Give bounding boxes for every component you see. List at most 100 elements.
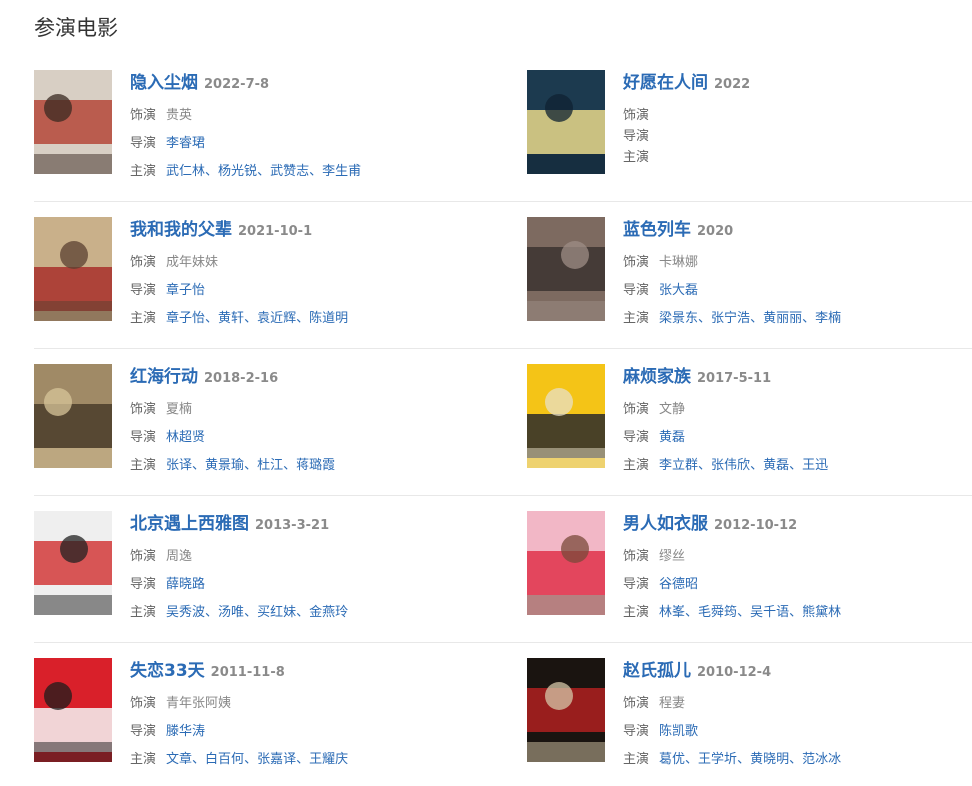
role-value: 缪丝 [659,549,686,564]
role-line-label: 饰演 [130,696,157,711]
movie-poster[interactable] [527,70,605,174]
cast-member-link[interactable]: 李楠 [815,311,841,326]
movie-title-link[interactable]: 麻烦家族 [623,367,691,387]
director-link[interactable]: 谷德昭 [659,577,698,592]
cast-member-link[interactable]: 李立群 [659,458,698,473]
cast-member-link[interactable]: 白百何 [205,752,244,767]
movie-poster[interactable] [34,364,112,468]
cast-member-link[interactable]: 黄轩 [218,311,244,326]
cast-member-link[interactable]: 张伟欣 [711,458,750,473]
movie-poster[interactable] [34,70,112,174]
cast-member-link[interactable]: 林峯 [659,605,685,620]
movie-poster[interactable] [527,364,605,468]
movie-title-link[interactable]: 男人如衣服 [623,514,708,534]
movie-title-link[interactable]: 红海行动 [130,367,198,387]
cast-separator: 、 [737,752,751,767]
movie-poster[interactable] [527,217,605,321]
director-line: 导演 [623,129,963,145]
movie-poster[interactable] [34,511,112,615]
director-line-label: 导演 [623,724,650,739]
director-link[interactable]: 薛晓路 [166,577,205,592]
cast-member-link[interactable]: 毛舜筠 [698,605,737,620]
cast-member-link[interactable]: 梁景东 [659,311,698,326]
cast-member-link[interactable]: 吴千语 [750,605,789,620]
cast-list: 武仁林、杨光锐、武赞志、李生甫 [166,164,361,179]
cast-member-link[interactable]: 王学圻 [698,752,737,767]
cast-member-link[interactable]: 张宁浩 [711,311,750,326]
cast-line-label: 主演 [130,164,157,179]
director-line-label: 导演 [623,283,650,298]
cast-member-link[interactable]: 王耀庆 [309,752,348,767]
cast-member-link[interactable]: 张嘉译 [257,752,296,767]
director-line: 导演 谷德昭 [623,577,963,593]
cast-member-link[interactable]: 金燕玲 [309,605,348,620]
movie-title-link[interactable]: 北京遇上西雅图 [130,514,249,534]
movie-title-link[interactable]: 我和我的父辈 [130,220,232,240]
cast-member-link[interactable]: 范冰冰 [802,752,841,767]
cast-separator: 、 [750,458,764,473]
movie-poster[interactable] [34,217,112,321]
director-link[interactable]: 滕华涛 [166,724,205,739]
cast-member-link[interactable]: 黄景瑜 [205,458,244,473]
cast-member-link[interactable]: 武赞志 [270,164,309,179]
director-line-label: 导演 [130,136,157,151]
movie-date: 2022 [714,77,751,92]
cast-member-link[interactable]: 李生甫 [322,164,361,179]
cast-separator: 、 [789,752,803,767]
movie-title-link[interactable]: 赵氏孤儿 [623,661,691,681]
cast-member-link[interactable]: 黄丽丽 [763,311,802,326]
cast-member-link[interactable]: 蒋璐霞 [296,458,335,473]
movie-title-link[interactable]: 隐入尘烟 [130,73,198,93]
cast-member-link[interactable]: 黄磊 [763,458,789,473]
cast-list: 梁景东、张宁浩、黄丽丽、李楠 [659,311,841,326]
movie-title-link[interactable]: 蓝色列车 [623,220,691,240]
movie-card: 红海行动 2018-2-16 饰演 夏楠 导演 林超贤 主演 张译、黄景瑜、杜江、蒋璐霞 [34,364,474,473]
movie-date: 2012-10-12 [714,518,798,533]
cast-line: 主演 文章、白百何、张嘉译、王耀庆 [130,752,470,768]
movie-title-link[interactable]: 失恋33天 [130,661,205,681]
cast-separator: 、 [802,311,816,326]
cast-member-link[interactable]: 杜江 [257,458,283,473]
cast-member-link[interactable]: 袁近辉 [257,311,296,326]
cast-member-link[interactable]: 武仁林 [166,164,205,179]
director-link[interactable]: 章子怡 [166,283,205,298]
cast-line: 主演 林峯、毛舜筠、吴千语、熊黛林 [623,605,963,621]
movie-header: 红海行动 2018-2-16 [130,364,470,390]
cast-member-link[interactable]: 黄晓明 [750,752,789,767]
director-link[interactable]: 陈凯歌 [659,724,698,739]
role-value: 贵英 [166,108,193,123]
cast-member-link[interactable]: 杨光锐 [218,164,257,179]
cast-separator: 、 [192,458,206,473]
cast-list: 李立群、张伟欣、黄磊、王迅 [659,458,828,473]
cast-member-link[interactable]: 张译 [166,458,192,473]
role-line: 饰演 周逸 [130,549,470,565]
cast-member-link[interactable]: 王迅 [802,458,828,473]
director-link[interactable]: 林超贤 [166,430,205,445]
director-link[interactable]: 黄磊 [659,430,685,445]
role-line-label: 饰演 [623,549,650,564]
cast-separator: 、 [698,458,712,473]
movie-poster[interactable] [34,658,112,762]
cast-separator: 、 [296,752,310,767]
movie-title-link[interactable]: 好愿在人间 [623,73,708,93]
cast-member-link[interactable]: 买红妹 [257,605,296,620]
cast-member-link[interactable]: 熊黛林 [802,605,841,620]
director-line: 导演 张大磊 [623,283,963,299]
movie-poster[interactable] [527,658,605,762]
director-link[interactable]: 李睿珺 [166,136,205,151]
cast-member-link[interactable]: 葛优 [659,752,685,767]
movie-card: 男人如衣服 2012-10-12 饰演 缪丝导演 谷德昭主演 林峯、毛舜筠、吴千语、熊黛林 [527,511,967,620]
movie-poster[interactable] [527,511,605,615]
movie-row: 我和我的父辈 2021-10-1 饰演 成年妹妹 导演 章子怡 主演 章子怡、黄轩、袁近辉、陈… [34,217,972,364]
director-line-label: 导演 [130,577,157,592]
movie-card: 蓝色列车 2020 饰演 卡琳娜 导演 张大磊 主演 梁景东、张宁浩、黄丽丽、李楠 [527,217,967,326]
cast-member-link[interactable]: 陈道明 [309,311,348,326]
director-link[interactable]: 张大磊 [659,283,698,298]
filmography-page: 参演电影 隐入尘烟 2022-7-8 饰演 贵英 导演 李睿珺 主演 武仁林、杨光锐、武赞志、… [0,0,972,786]
director-line: 导演 滕华涛 [130,724,470,740]
cast-member-link[interactable]: 章子怡 [166,311,205,326]
cast-member-link[interactable]: 汤唯 [218,605,244,620]
cast-member-link[interactable]: 吴秀波 [166,605,205,620]
movie-info: 麻烦家族 2017-5-11 饰演 文静 导演 黄磊 主演 李立群、张伟欣、黄磊、王迅 [623,364,963,474]
cast-member-link[interactable]: 文章 [166,752,192,767]
